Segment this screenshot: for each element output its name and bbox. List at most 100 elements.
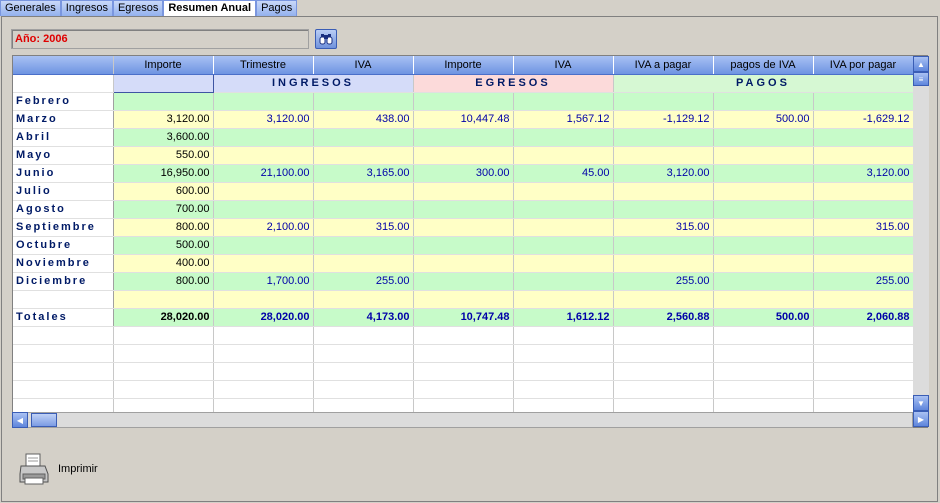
tab-pagos[interactable]: Pagos xyxy=(256,0,298,16)
value-cell[interactable]: 255.00 xyxy=(313,272,414,291)
value-cell[interactable] xyxy=(513,128,614,147)
table-row[interactable]: Febrero xyxy=(13,92,914,111)
value-cell[interactable] xyxy=(313,236,414,255)
value-cell[interactable]: 500.00 xyxy=(713,110,814,129)
value-cell[interactable] xyxy=(513,290,614,309)
value-cell[interactable] xyxy=(613,128,714,147)
value-cell[interactable]: 315.00 xyxy=(813,218,914,237)
value-cell[interactable]: 800.00 xyxy=(113,272,214,291)
value-cell[interactable]: 500.00 xyxy=(713,308,814,327)
col-header-pagos-de-iva[interactable]: pagos de IVA xyxy=(713,56,814,75)
col-header-importe-ingresos[interactable]: Importe xyxy=(113,56,214,75)
value-cell[interactable]: 3,120.00 xyxy=(813,164,914,183)
table-row[interactable]: Septiembre 800.00 2,100.00 315.00 315.00 315.… xyxy=(13,218,914,237)
value-cell[interactable] xyxy=(413,146,514,165)
value-cell[interactable] xyxy=(713,200,814,219)
value-cell[interactable] xyxy=(313,290,414,309)
col-header-iva-por-pagar[interactable]: IVA por pagar xyxy=(813,56,914,75)
value-cell[interactable] xyxy=(813,92,914,111)
value-cell[interactable]: 2,100.00 xyxy=(213,218,314,237)
value-cell[interactable]: 3,120.00 xyxy=(613,164,714,183)
value-cell[interactable]: 28,020.00 xyxy=(213,308,314,327)
value-cell[interactable] xyxy=(313,92,414,111)
summary-grid[interactable]: Importe Trimestre IVA Importe IVA IVA a … xyxy=(12,55,928,428)
value-cell[interactable]: 1,700.00 xyxy=(213,272,314,291)
table-row[interactable]: Junio 16,950.00 21,100.00 3,165.00 300.00 45.… xyxy=(13,164,914,183)
value-cell[interactable] xyxy=(113,92,214,111)
value-cell[interactable]: 3,120.00 xyxy=(113,110,214,129)
tab-ingresos[interactable]: Ingresos xyxy=(60,0,113,16)
value-cell[interactable]: 21,100.00 xyxy=(213,164,314,183)
table-row[interactable]: Octubre 500.00 xyxy=(13,236,914,255)
table-row[interactable]: Diciembre 800.00 1,700.00 255.00 255.00 255.0… xyxy=(13,272,914,291)
value-cell[interactable] xyxy=(513,146,614,165)
col-header-iva-a-pagar[interactable]: IVA a pagar xyxy=(613,56,714,75)
value-cell[interactable]: 500.00 xyxy=(113,236,214,255)
value-cell[interactable] xyxy=(813,182,914,201)
value-cell[interactable] xyxy=(713,92,814,111)
value-cell[interactable] xyxy=(213,146,314,165)
value-cell[interactable] xyxy=(413,272,514,291)
value-cell[interactable] xyxy=(513,182,614,201)
value-cell[interactable]: 2,560.88 xyxy=(613,308,714,327)
scroll-right-button[interactable]: ▶ xyxy=(913,411,929,427)
value-cell[interactable]: 10,447.48 xyxy=(413,110,514,129)
value-cell[interactable] xyxy=(713,290,814,309)
value-cell[interactable] xyxy=(413,182,514,201)
totals-row[interactable]: Totales 28,020.00 28,020.00 4,173.00 10,747.… xyxy=(13,308,914,327)
table-row[interactable]: Agosto 700.00 xyxy=(13,200,914,219)
value-cell[interactable]: 550.00 xyxy=(113,146,214,165)
value-cell[interactable] xyxy=(713,236,814,255)
value-cell[interactable]: 1,612.12 xyxy=(513,308,614,327)
value-cell[interactable] xyxy=(313,254,414,273)
table-row[interactable] xyxy=(13,290,914,309)
value-cell[interactable] xyxy=(313,182,414,201)
table-row[interactable]: Mayo 550.00 xyxy=(13,146,914,165)
value-cell[interactable] xyxy=(413,236,514,255)
value-cell[interactable] xyxy=(713,182,814,201)
value-cell[interactable] xyxy=(613,92,714,111)
value-cell[interactable] xyxy=(513,218,614,237)
value-cell[interactable] xyxy=(213,182,314,201)
value-cell[interactable] xyxy=(813,200,914,219)
col-header-iva-egresos[interactable]: IVA xyxy=(513,56,614,75)
scroll-up-button[interactable]: ▲ xyxy=(913,56,929,72)
value-cell[interactable]: -1,629.12 xyxy=(813,110,914,129)
value-cell[interactable]: 28,020.00 xyxy=(113,308,214,327)
value-cell[interactable] xyxy=(613,290,714,309)
table-row[interactable]: Abril 3,600.00 xyxy=(13,128,914,147)
value-cell[interactable]: 315.00 xyxy=(313,218,414,237)
value-cell[interactable]: 315.00 xyxy=(613,218,714,237)
value-cell[interactable] xyxy=(213,92,314,111)
value-cell[interactable] xyxy=(313,200,414,219)
value-cell[interactable]: 2,060.88 xyxy=(813,308,914,327)
value-cell[interactable] xyxy=(513,236,614,255)
vertical-scrollbar[interactable]: ▲ ≡ ▼ ▶ xyxy=(913,56,929,427)
table-row[interactable]: Julio 600.00 xyxy=(13,182,914,201)
value-cell[interactable] xyxy=(213,254,314,273)
value-cell[interactable]: 1,567.12 xyxy=(513,110,614,129)
value-cell[interactable] xyxy=(713,128,814,147)
scroll-down-button[interactable]: ▼ xyxy=(913,395,929,411)
value-cell[interactable]: -1,129.12 xyxy=(613,110,714,129)
value-cell[interactable] xyxy=(613,200,714,219)
value-cell[interactable]: 400.00 xyxy=(113,254,214,273)
value-cell[interactable] xyxy=(613,146,714,165)
scroll-thumb-horizontal[interactable] xyxy=(31,413,57,427)
tab-generales[interactable]: Generales xyxy=(0,0,61,16)
table-row[interactable]: Noviembre 400.00 xyxy=(13,254,914,273)
value-cell[interactable]: 300.00 xyxy=(413,164,514,183)
value-cell[interactable] xyxy=(813,236,914,255)
value-cell[interactable] xyxy=(713,254,814,273)
value-cell[interactable] xyxy=(513,92,614,111)
value-cell[interactable]: 4,173.00 xyxy=(313,308,414,327)
value-cell[interactable] xyxy=(813,128,914,147)
value-cell[interactable] xyxy=(113,290,214,309)
value-cell[interactable] xyxy=(713,146,814,165)
print-button[interactable]: Imprimir xyxy=(18,452,98,486)
value-cell[interactable]: 255.00 xyxy=(613,272,714,291)
value-cell[interactable] xyxy=(613,236,714,255)
col-header-iva-ingresos[interactable]: IVA xyxy=(313,56,414,75)
value-cell[interactable] xyxy=(413,218,514,237)
value-cell[interactable]: 3,600.00 xyxy=(113,128,214,147)
